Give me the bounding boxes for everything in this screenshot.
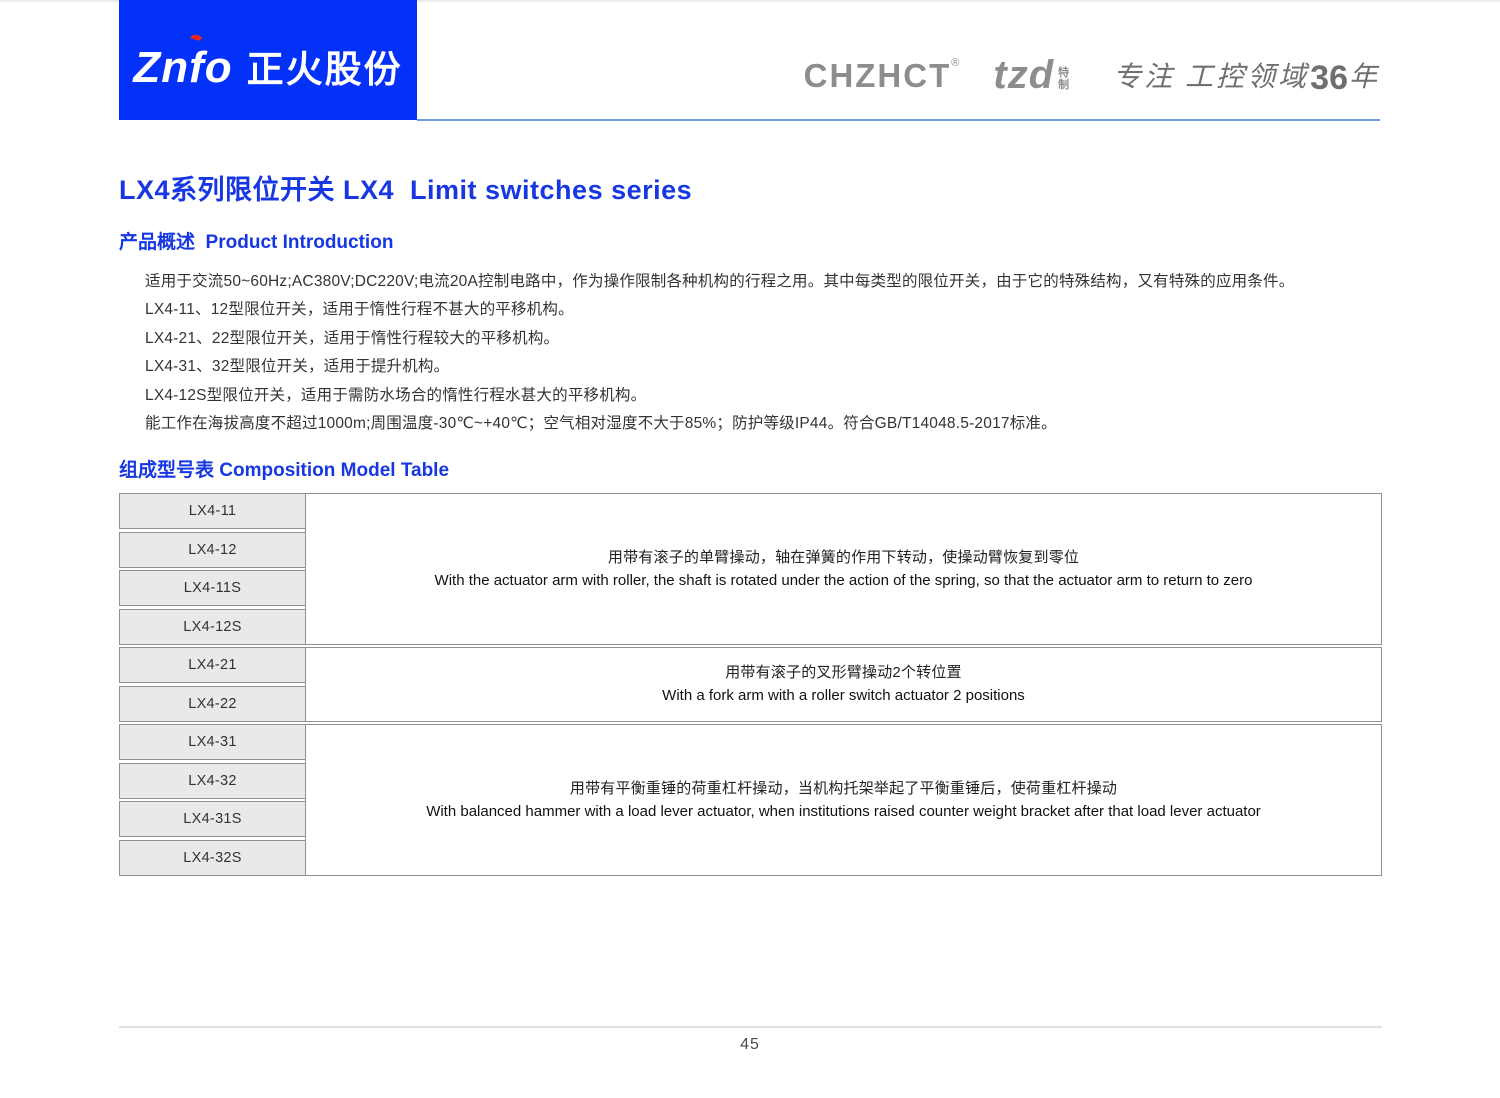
footer-divider — [119, 1026, 1382, 1028]
intro-paragraph: 能工作在海拔高度不超过1000m;周围温度-30℃~+40℃；空气相对湿度不大于… — [145, 415, 1057, 433]
registered-mark: ® — [951, 57, 960, 69]
page-title: LX4系列限位开关 LX4 Limit switches series — [119, 175, 693, 205]
chzhct-logo: CHZHCT ® — [803, 57, 960, 94]
intro-paragraphs: 适用于交流50~60Hz;AC380V;DC220V;电流20A控制电路中，作为… — [145, 268, 1475, 438]
slogan-years-number: 36 — [1310, 58, 1348, 97]
intro-paragraph: LX4-12S型限位开关，适用于需防水场合的惰性行程水甚大的平移机构。 — [145, 386, 647, 404]
model-cell: LX4-32S — [119, 839, 306, 876]
description-english: With the actuator arm with roller, the s… — [434, 571, 1253, 589]
model-cell: LX4-31S — [119, 801, 306, 837]
model-cell: LX4-12S — [119, 608, 306, 645]
table-group: LX4-31 LX4-32 LX4-31S LX4-32S 用带有平衡重锤的荷重杠杆操动… — [119, 724, 1382, 876]
company-logo-text: Znfo 正火股份 — [133, 33, 403, 93]
company-logo: Znfo 正火股份 — [119, 0, 417, 120]
model-column: LX4-11 LX4-12 LX4-11S LX4-12S — [119, 493, 306, 645]
description-chinese: 用带有滚子的叉形臂操动2个转位置 — [725, 664, 962, 682]
description-cell: 用带有滚子的叉形臂操动2个转位置 With a fork arm with a r… — [305, 647, 1382, 722]
model-cell: LX4-11 — [119, 493, 306, 529]
table-group: LX4-11 LX4-12 LX4-11S LX4-12S 用带有滚子的单臂操动，轴在弹… — [119, 493, 1382, 645]
header-divider — [417, 119, 1380, 121]
catalog-page: Znfo 正火股份 CHZHCT ® tzd 特 制 专注 工控领域 36 年 … — [0, 0, 1500, 1098]
tzd-logo: tzd 特 制 — [993, 53, 1069, 97]
chzhct-logo-text: CHZHCT — [803, 57, 952, 94]
intro-paragraph: LX4-31、32型限位开关，适用于提升机构。 — [145, 358, 450, 376]
description-english: With a fork arm with a roller switch act… — [662, 687, 1025, 705]
model-column: LX4-21 LX4-22 — [119, 647, 306, 722]
description-chinese: 用带有滚子的单臂操动，轴在弹簧的作用下转动，使操动臂恢复到零位 — [607, 548, 1080, 566]
model-cell: LX4-22 — [119, 685, 306, 722]
description-english: With balanced hammer with a load lever a… — [426, 802, 1261, 820]
model-cell: LX4-21 — [119, 647, 306, 683]
composition-table: LX4-11 LX4-12 LX4-11S LX4-12S 用带有滚子的单臂操动，轴在弹… — [119, 493, 1382, 878]
intro-paragraph: 适用于交流50~60Hz;AC380V;DC220V;电流20A控制电路中，作为… — [145, 273, 1295, 290]
slogan-suffix: 年 — [1348, 62, 1380, 93]
company-slogan: 专注 工控领域 36 年 — [1113, 58, 1380, 97]
tzd-tag-bottom: 制 — [1058, 79, 1070, 92]
tzd-logo-text: tzd — [993, 53, 1055, 97]
logo-latin-text: Znfo — [133, 33, 232, 93]
tzd-tag-top: 特 — [1058, 66, 1070, 79]
intro-paragraph: LX4-11、12型限位开关，适用于惰性行程不甚大的平移机构。 — [145, 301, 574, 319]
product-introduction-heading: 产品概述 Product Introduction — [119, 232, 394, 253]
description-cell: 用带有平衡重锤的荷重杠杆操动，当机构托架举起了平衡重锤后，使荷重杠杆操动 With… — [305, 724, 1382, 876]
description-cell: 用带有滚子的单臂操动，轴在弹簧的作用下转动，使操动臂恢复到零位 With the … — [305, 493, 1382, 645]
intro-paragraph: LX4-21、22型限位开关，适用于惰性行程较大的平移机构。 — [145, 329, 560, 347]
composition-table-heading: 组成型号表 Composition Model Table — [119, 460, 450, 481]
model-column: LX4-31 LX4-32 LX4-31S LX4-32S — [119, 724, 306, 876]
slogan-prefix: 专注 工控领域 — [1113, 62, 1310, 93]
model-cell: LX4-31 — [119, 724, 306, 760]
model-cell: LX4-12 — [119, 531, 306, 568]
model-cell: LX4-32 — [119, 762, 306, 799]
header-brand-row: CHZHCT ® tzd 特 制 专注 工控领域 36 年 — [803, 53, 1380, 97]
description-chinese: 用带有平衡重锤的荷重杠杆操动，当机构托架举起了平衡重锤后，使荷重杠杆操动 — [569, 779, 1118, 797]
table-group: LX4-21 LX4-22 用带有滚子的叉形臂操动2个转位置 With a fork … — [119, 647, 1382, 722]
model-cell: LX4-11S — [119, 570, 306, 606]
tzd-tag: 特 制 — [1058, 67, 1069, 92]
logo-chinese-text: 正火股份 — [246, 49, 403, 90]
page-number: 45 — [740, 1036, 760, 1053]
